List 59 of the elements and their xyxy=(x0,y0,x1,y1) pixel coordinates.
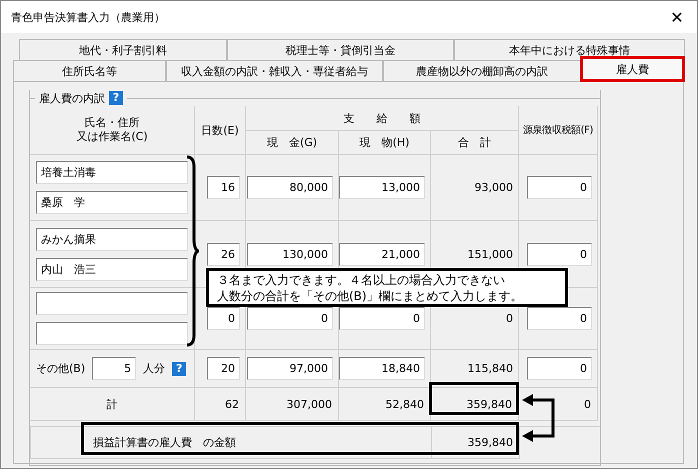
close-button[interactable]: ✕ xyxy=(657,1,697,33)
summary-value: 359,840 xyxy=(432,427,520,459)
days-field[interactable]: 0 xyxy=(207,307,240,330)
amount-field[interactable]: 0 xyxy=(339,307,425,330)
name-field[interactable] xyxy=(36,322,188,345)
total-value: 151,000 xyxy=(468,248,513,260)
summary-label: 損益計算書の雇人費 の金額 xyxy=(31,427,432,459)
amount-field[interactable]: 18,840 xyxy=(339,357,425,380)
total-value: 62 xyxy=(195,388,246,421)
name-field[interactable]: みかん摘果 xyxy=(36,228,188,250)
amount-field[interactable]: 13,000 xyxy=(339,176,425,199)
tax-field[interactable]: 0 xyxy=(527,357,592,380)
days-field[interactable]: 26 xyxy=(207,242,240,266)
tab[interactable]: 本年中における特殊事情 xyxy=(454,39,685,60)
callout-text: ３名まで入力できます。４名以上の場合入力できない xyxy=(217,272,506,288)
other-label: その他(B) xyxy=(36,361,86,376)
total-value: 0 xyxy=(506,312,513,325)
column-header: 氏名・住所 xyxy=(84,116,140,130)
total-value: 307,000 xyxy=(246,388,339,421)
column-header: 源泉徴収税額(F) xyxy=(519,106,598,155)
help-button[interactable]: ? xyxy=(109,91,123,105)
column-header: 支 給 額 xyxy=(246,106,519,131)
days-field[interactable]: 20 xyxy=(207,357,240,380)
tab[interactable]: 地代・利子割引料 xyxy=(19,39,227,60)
callout-text: 人数分の合計を「その他(B)」欄にまとめて入力します。 xyxy=(217,288,524,304)
column-header: 日数(E) xyxy=(195,106,246,155)
total-value: 52,840 xyxy=(339,388,431,421)
amount-field[interactable]: 130,000 xyxy=(247,242,333,266)
total-label: 計 xyxy=(30,388,195,421)
tax-field[interactable]: 0 xyxy=(527,242,592,266)
tax-field[interactable]: 0 xyxy=(527,176,592,199)
column-header: 現 物(H) xyxy=(339,131,431,155)
amount-field[interactable]: 97,000 xyxy=(247,357,333,380)
tab[interactable]: 税理士等・貸倒引当金 xyxy=(227,39,454,60)
connector-arrow xyxy=(521,396,557,440)
name-field[interactable]: 培養土消毒 xyxy=(36,161,188,184)
tax-field[interactable]: 0 xyxy=(527,307,592,330)
total-value: 93,000 xyxy=(474,181,513,194)
tab[interactable]: 住所氏名等 xyxy=(13,60,166,81)
help-button[interactable]: ? xyxy=(172,362,186,376)
name-field[interactable]: 内山 浩三 xyxy=(36,258,188,280)
amount-field[interactable]: 80,000 xyxy=(247,176,333,199)
total-value: 359,840 xyxy=(431,388,519,421)
name-field[interactable]: 桑原 学 xyxy=(36,191,188,214)
tab[interactable]: 雇人費 xyxy=(581,57,684,81)
section-title: 雇人費の内訳 xyxy=(39,90,105,106)
total-value: 115,840 xyxy=(468,362,513,375)
column-header: 又は作業名(C) xyxy=(76,130,148,144)
column-header: 合 計 xyxy=(431,131,519,155)
days-field[interactable]: 16 xyxy=(207,176,240,199)
count-field[interactable]: 5 xyxy=(92,357,136,380)
unit-label: 人分 xyxy=(143,361,166,376)
column-header: 現 金(G) xyxy=(246,131,339,155)
amount-field[interactable]: 0 xyxy=(247,307,333,330)
tab[interactable]: 農産物以外の棚卸高の内訳 xyxy=(383,60,581,81)
name-field[interactable] xyxy=(36,292,188,315)
tab[interactable]: 収入金額の内訳・雑収入・専従者給与 xyxy=(166,60,383,81)
amount-field[interactable]: 21,000 xyxy=(339,242,425,266)
window-title: 青色申告決算書入力（農業用） xyxy=(11,10,165,24)
